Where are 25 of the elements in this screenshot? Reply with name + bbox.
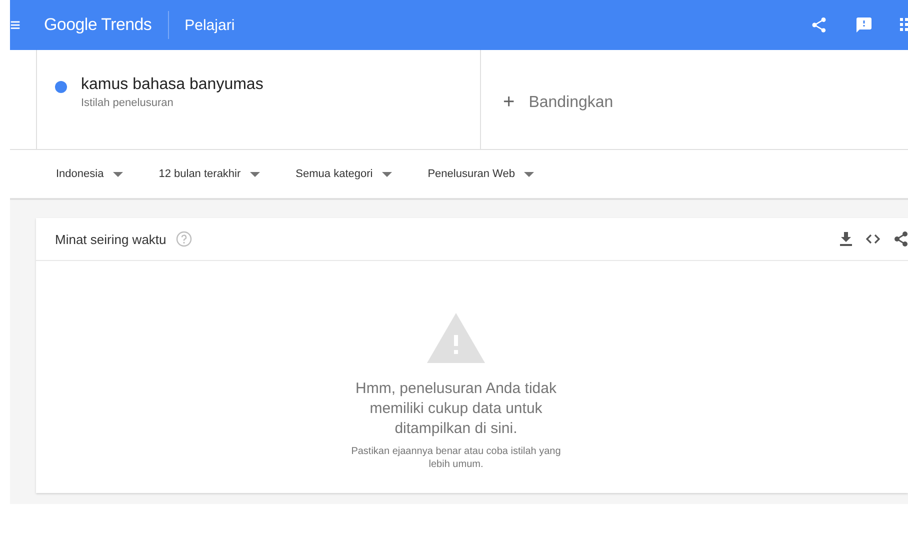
help-icon[interactable]: [176, 231, 192, 247]
download-icon[interactable]: [840, 232, 852, 246]
empty-message: Hmm, penelusuran Anda tidak memiliki cukup data untuk ditampilkan di sini.: [354, 379, 558, 439]
filter-dropdown[interactable]: Penelusuran Web: [428, 168, 534, 180]
menu-icon[interactable]: ≡: [10, 14, 32, 36]
logo[interactable]: Google Trends: [44, 15, 152, 35]
apps-icon[interactable]: [900, 18, 908, 32]
caret-icon: [524, 172, 534, 176]
caret-icon: [250, 172, 260, 176]
warning-icon: [427, 313, 485, 363]
term-subtitle: Istilah penelusuran: [81, 97, 174, 109]
feedback-icon[interactable]: [855, 16, 873, 34]
search-term[interactable]: kamus bahasa banyumas: [81, 76, 264, 94]
caret-icon: [382, 172, 392, 176]
hint-text: Pastikan ejaannya benar atau coba istilah yang lebih umum.: [350, 445, 562, 471]
share-icon[interactable]: [810, 16, 828, 34]
caret-icon: [112, 172, 123, 176]
filter-dropdown[interactable]: Indonesia: [56, 168, 123, 180]
filter-dropdown[interactable]: Semua kategori: [296, 168, 392, 180]
section-title: Pelajari: [184, 16, 235, 34]
embed-icon[interactable]: [866, 234, 880, 244]
card-title: Minat seiring waktu: [55, 232, 166, 246]
share-icon[interactable]: [894, 231, 908, 247]
compare-button[interactable]: + Bandingkan: [481, 56, 908, 149]
filter-dropdown[interactable]: 12 bulan terakhir: [158, 168, 260, 180]
